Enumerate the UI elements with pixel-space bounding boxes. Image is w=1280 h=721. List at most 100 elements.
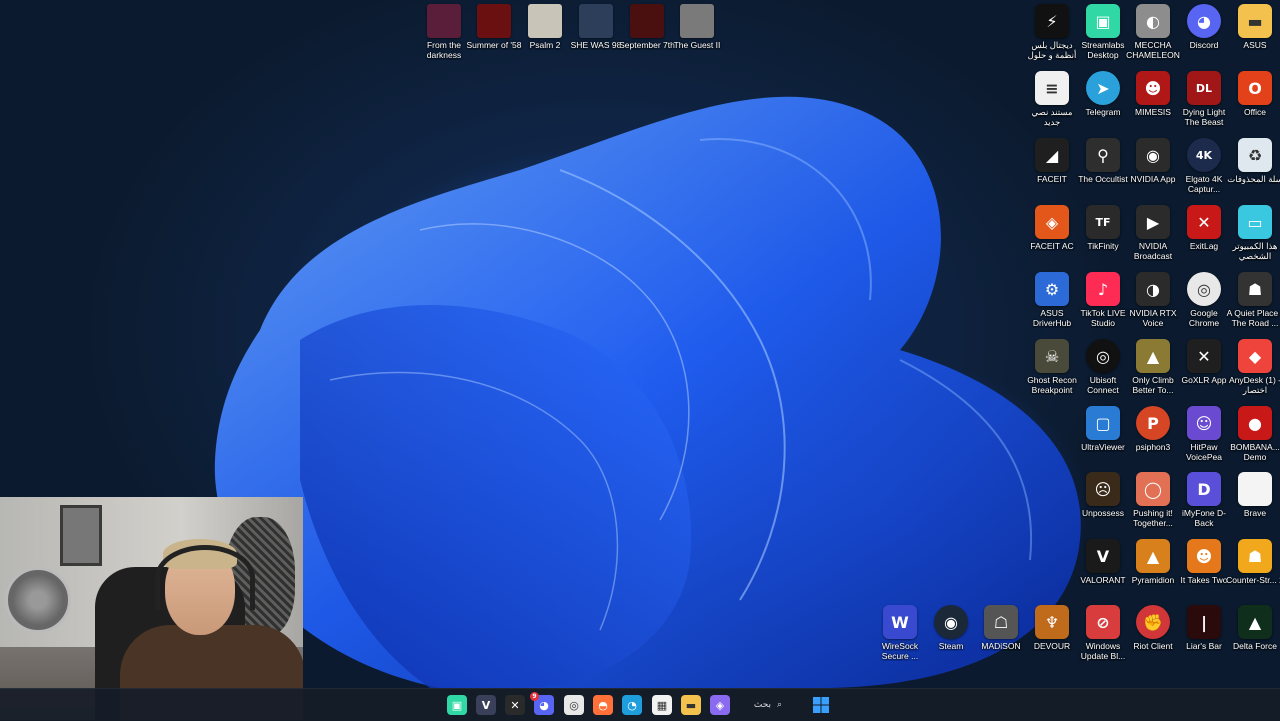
desktop-shortcut-label: Pushing it! Together... xyxy=(1133,508,1173,528)
desktop-shortcut[interactable]: ⚙ ASUS DriverHub xyxy=(1026,272,1078,336)
desktop-shortcut[interactable]: ▲ Delta Force xyxy=(1229,605,1280,669)
nvidia-icon: ◉ xyxy=(1136,138,1170,172)
desktop-shortcut[interactable]: ☗ Counter-Str... 2 xyxy=(1226,539,1280,603)
desktop-shortcut[interactable]: Brave xyxy=(1229,472,1280,536)
desktop-shortcut-label: FACEIT xyxy=(1037,174,1067,184)
taskbar: ▣ V ✕ ◕ 9 ◎ ◓ ◔ ▦ ▬ ◈ بحث ⌕ xyxy=(0,688,1280,721)
desktop-shortcut[interactable]: ⊘ Windows Update Bl... xyxy=(1077,605,1129,669)
taskbar-search-button[interactable]: بحث ⌕ xyxy=(738,695,798,715)
ubisoft-icon: ◎ xyxy=(1086,339,1120,373)
desktop-shortcut[interactable]: ➤ Telegram xyxy=(1077,71,1129,135)
desktop-shortcut-label: Brave xyxy=(1243,508,1267,518)
desktop-shortcut[interactable]: ◆ AnyDesk (1) - اختصار xyxy=(1229,339,1280,403)
desktop-shortcut[interactable]: SHE WAS 98 xyxy=(570,4,622,68)
desktop-shortcut[interactable]: ◉ NVIDIA App xyxy=(1127,138,1179,202)
desktop-shortcut[interactable]: ✊ Riot Client xyxy=(1127,605,1179,669)
copilot-taskbar-icon[interactable]: ◈ xyxy=(710,695,730,715)
desktop-shortcut[interactable]: TF TikFinity xyxy=(1077,205,1129,269)
desktop-shortcut[interactable]: ◈ FACEIT AC xyxy=(1026,205,1078,269)
windows-update-blocker-icon: ⊘ xyxy=(1086,605,1120,639)
edge-taskbar-icon[interactable]: ◔ xyxy=(622,695,642,715)
faceit-ac-icon: ◈ xyxy=(1035,205,1069,239)
desktop-shortcut[interactable]: ≡ مستند نصي جديد xyxy=(1026,71,1078,135)
desktop-shortcut[interactable]: ✕ GoXLR App xyxy=(1178,339,1230,403)
desktop-shortcut[interactable]: ▣ Streamlabs Desktop xyxy=(1077,4,1129,68)
desktop-shortcut[interactable]: ⚡ ديجتال بلس أنظمة و حلول xyxy=(1026,4,1078,68)
desktop-shortcut[interactable]: ☠ Ghost Recon Breakpoint xyxy=(1026,339,1078,403)
desktop-shortcut[interactable]: ☹ Unpossess xyxy=(1077,472,1129,536)
desktop-shortcut-label: iMyFone D-Back xyxy=(1182,508,1226,528)
desktop-shortcut[interactable]: ▢ UltraViewer xyxy=(1077,406,1129,470)
desktop-shortcut[interactable]: DiMyFone D-Back xyxy=(1178,472,1230,536)
desktop-shortcut[interactable]: September 7th xyxy=(619,4,675,68)
desktop-shortcut-label: NVIDIA RTX Voice xyxy=(1129,308,1177,328)
desktop-shortcut[interactable]: W WireSock Secure ... xyxy=(874,605,926,669)
desktop-shortcut[interactable]: ♆ DEVOUR xyxy=(1026,605,1078,669)
start-button[interactable] xyxy=(811,695,831,715)
desktop-shortcut-label: Delta Force xyxy=(1233,641,1277,651)
desktop-shortcut[interactable]: ☻ MIMESIS xyxy=(1127,71,1179,135)
desktop-shortcut[interactable]: Summer of '58 xyxy=(466,4,522,68)
discord-taskbar-icon[interactable]: ◕ 9 xyxy=(530,692,554,715)
chrome-taskbar-icon[interactable]: ◎ xyxy=(564,695,584,715)
desktop-shortcut[interactable]: O Office xyxy=(1229,71,1280,135)
desktop-shortcut[interactable]: Psalm 2 xyxy=(519,4,571,68)
desktop-shortcut[interactable]: DL Dying Light The Beast xyxy=(1178,71,1230,135)
game-icon: ▲ xyxy=(1136,539,1170,573)
desktop-shortcut-label: NVIDIA App xyxy=(1130,174,1176,184)
desktop-shortcut[interactable]: ♪ TikTok LIVE Studio xyxy=(1077,272,1129,336)
desktop-shortcut-label: A Quiet Place - The Road ... xyxy=(1226,308,1280,328)
desktop-shortcut[interactable]: ◉ Steam xyxy=(925,605,977,669)
desktop-shortcut[interactable]: From the darkness xyxy=(418,4,470,68)
desktop-shortcut-label: MADiSON xyxy=(981,641,1021,651)
desktop-shortcut-label: ASUS xyxy=(1243,40,1267,50)
valorant-taskbar-icon[interactable]: V xyxy=(476,695,496,715)
chrome-icon: ◎ xyxy=(1187,272,1221,306)
desktop-shortcut[interactable]: ● BOMBANA... Demo xyxy=(1229,406,1280,470)
desktop-shortcut[interactable]: ◐ MECCHA CHAMELEON xyxy=(1126,4,1180,68)
desktop-shortcut[interactable]: ◎ Google Chrome xyxy=(1178,272,1230,336)
desktop-shortcut[interactable]: ▲ Only Climb Better To... xyxy=(1127,339,1179,403)
search-icon: ⌕ xyxy=(777,700,783,710)
goxlr-taskbar-icon[interactable]: ✕ xyxy=(505,695,525,715)
anydesk-icon: ◆ xyxy=(1238,339,1272,373)
desktop-shortcut[interactable]: ▭ هذا الكمبيوتر الشخصي xyxy=(1229,205,1280,269)
desktop-shortcut[interactable]: ⚲ The Occultist xyxy=(1077,138,1129,202)
store-taskbar-icon[interactable]: ▦ xyxy=(652,695,672,715)
psiphon-icon: P xyxy=(1136,406,1170,440)
game-icon: DL xyxy=(1187,71,1221,105)
desktop-shortcut[interactable]: 4K Elgato 4K Captur... xyxy=(1178,138,1230,202)
desktop-shortcut[interactable]: ◕ Discord xyxy=(1178,4,1230,68)
desktop-shortcut[interactable]: ▬ ASUS xyxy=(1229,4,1280,68)
desktop-shortcut-label: ديجتال بلس أنظمة و حلول xyxy=(1027,40,1077,60)
desktop-shortcut[interactable]: ☗ A Quiet Place - The Road ... xyxy=(1226,272,1280,336)
desktop-shortcut[interactable]: ♻ سلة المحذوفات xyxy=(1227,138,1280,202)
streamlabs-taskbar-icon[interactable]: ▣ xyxy=(447,695,467,715)
desktop-shortcut-label: WireSock Secure ... xyxy=(881,641,919,661)
desktop-shortcut[interactable]: Ppsiphon3 xyxy=(1127,406,1179,470)
desktop-shortcut[interactable]: | Liar's Bar xyxy=(1178,605,1230,669)
cs2-icon: ☗ xyxy=(1238,539,1272,573)
desktop-shortcut[interactable]: ◢ FACEIT xyxy=(1026,138,1078,202)
desktop-shortcut-label: Ghost Recon Breakpoint xyxy=(1027,375,1077,395)
desktop-shortcut[interactable]: ▲ Pyramidion xyxy=(1127,539,1179,603)
desktop-shortcut[interactable]: V VALORANT xyxy=(1077,539,1129,603)
desktop-shortcut-label: Elgato 4K Captur... xyxy=(1185,174,1223,194)
desktop-shortcut[interactable]: ☻ It Takes Two xyxy=(1178,539,1230,603)
desktop-shortcut[interactable]: ▶ NVIDIA Broadcast xyxy=(1127,205,1179,269)
desktop-shortcut[interactable]: ◑ NVIDIA RTX Voice xyxy=(1127,272,1179,336)
desktop-shortcut[interactable]: ☺ HitPaw VoicePea xyxy=(1178,406,1230,470)
desktop-shortcut-label: Psalm 2 xyxy=(529,40,561,50)
desktop-shortcut[interactable]: ◎ Ubisoft Connect xyxy=(1077,339,1129,403)
desktop-shortcut-label: سلة المحذوفات xyxy=(1227,174,1280,184)
desktop-shortcut-label: مستند نصي جديد xyxy=(1031,107,1073,127)
desktop-shortcut-label: Summer of '58 xyxy=(466,40,522,50)
file-explorer-taskbar-icon[interactable]: ▬ xyxy=(681,695,701,715)
firefox-taskbar-icon[interactable]: ◓ xyxy=(593,695,613,715)
desktop-shortcut[interactable]: ◯ Pushing it! Together... xyxy=(1127,472,1179,536)
desktop-shortcut[interactable]: The Guest II xyxy=(671,4,723,68)
desktop-shortcut-label: The Guest II xyxy=(673,40,721,50)
desktop-shortcut-label: BOMBANA... Demo xyxy=(1230,442,1280,462)
desktop-shortcut[interactable]: ☖ MADiSON xyxy=(975,605,1027,669)
desktop-shortcut[interactable]: ✕ ExitLag xyxy=(1178,205,1230,269)
